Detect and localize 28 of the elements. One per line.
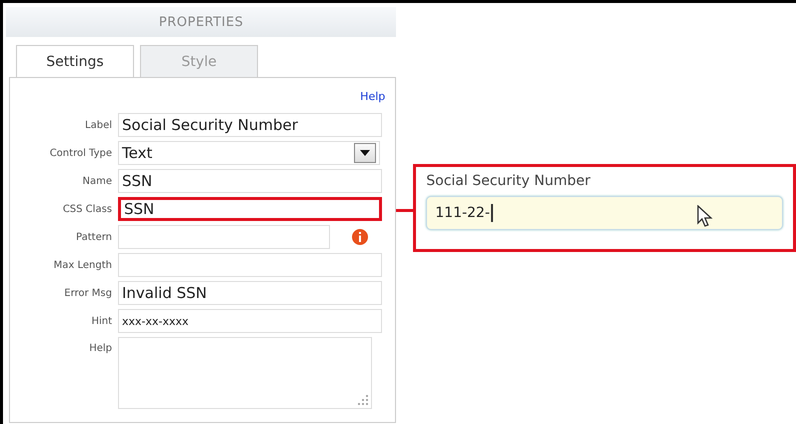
field-label: Control Type — [48, 148, 112, 158]
resize-grip-icon[interactable] — [358, 395, 368, 405]
field-label: Hint — [90, 316, 112, 326]
field-label: CSS Class — [62, 204, 112, 214]
input-field[interactable]: Invalid SSN — [118, 281, 382, 305]
input-field[interactable]: Social Security Number — [118, 113, 382, 137]
mouse-pointer-icon — [697, 205, 714, 227]
help-textarea[interactable] — [118, 337, 372, 409]
input-field[interactable]: SSN — [118, 169, 382, 193]
preview-label: Social Security Number — [426, 173, 592, 189]
field-label: Max Length — [52, 260, 112, 270]
tab[interactable]: Settings — [16, 45, 134, 77]
field-label: Name — [81, 176, 112, 186]
info-icon[interactable] — [352, 229, 368, 245]
help-link[interactable]: Help — [360, 90, 386, 103]
control-type-select[interactable]: Text — [118, 141, 380, 165]
input-field[interactable]: xxx-xx-xxxx — [118, 309, 382, 333]
input-field[interactable] — [118, 225, 330, 249]
caret-icon — [360, 150, 370, 156]
field-label: Help — [88, 342, 112, 354]
field-label: Pattern — [75, 232, 112, 242]
input-field[interactable]: SSN — [118, 197, 382, 221]
input-field[interactable] — [118, 253, 382, 277]
field-label: Label — [84, 120, 112, 130]
field-label: Error Msg — [63, 288, 112, 298]
panel-title: PROPERTIES — [6, 7, 396, 37]
preview-input[interactable]: 111-22- — [426, 196, 783, 230]
dropdown-button[interactable] — [354, 143, 376, 163]
